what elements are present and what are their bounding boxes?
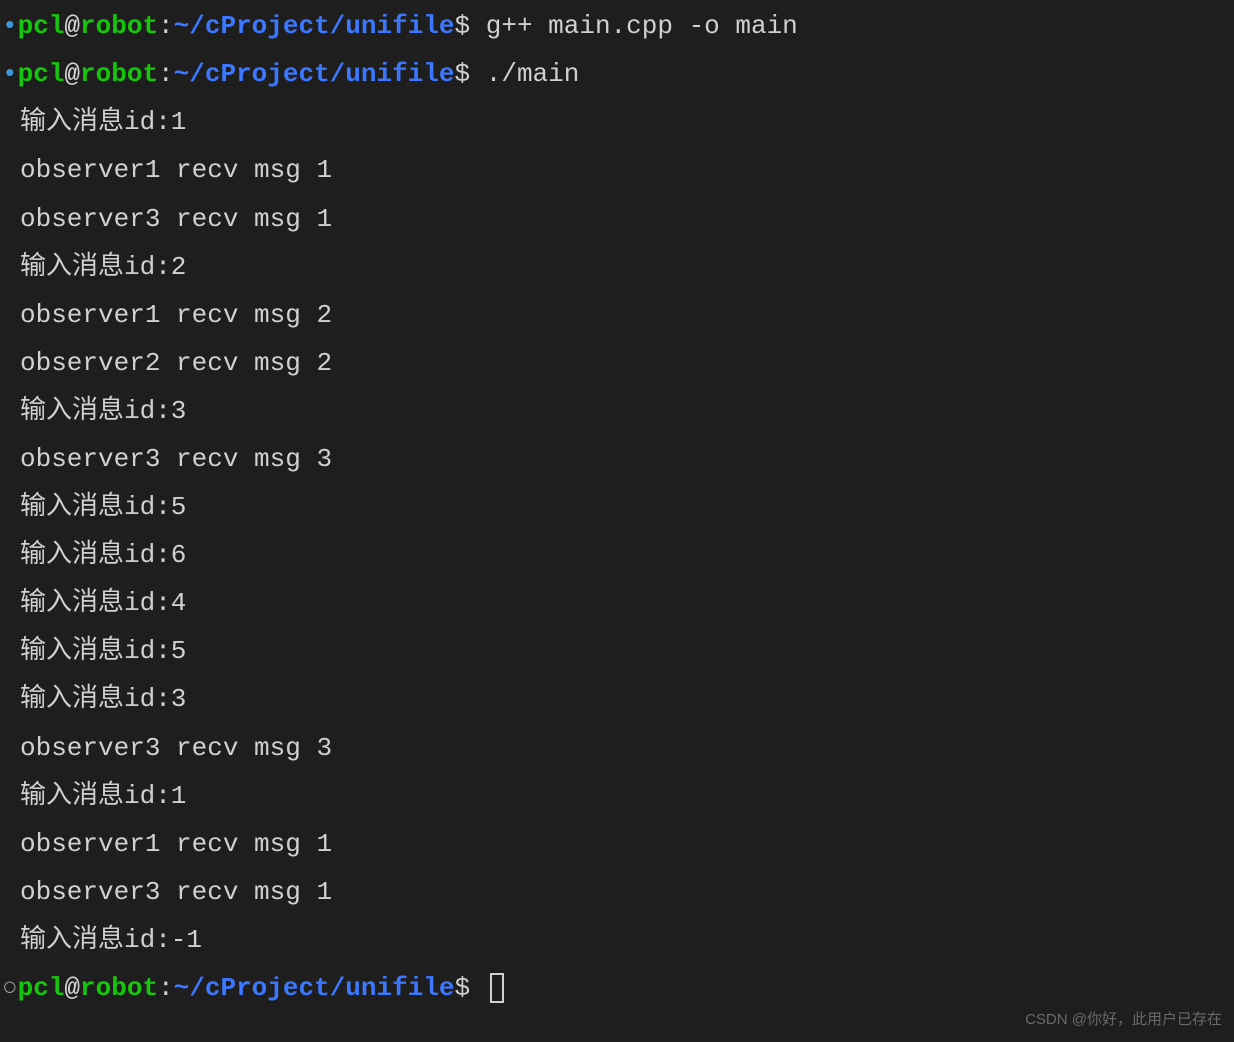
output-line: 输入消息id:-1: [0, 916, 1234, 964]
output-line: 输入消息id:3: [0, 675, 1234, 723]
prompt-at: @: [64, 11, 80, 41]
prompt-line-1: •pcl@robot:~/cProject/unifile$ ./main: [0, 50, 1234, 98]
bullet-icon: •: [2, 50, 18, 98]
prompt-command: g++ main.cpp -o main: [486, 11, 798, 41]
prompt-command: ./main: [486, 59, 580, 89]
output-line: 输入消息id:1: [0, 772, 1234, 820]
output-line: observer1 recv msg 1: [0, 820, 1234, 868]
output-line: 输入消息id:3: [0, 387, 1234, 435]
output-line: observer1 recv msg 2: [0, 291, 1234, 339]
prompt-user: pcl: [18, 973, 65, 1003]
terminal-window[interactable]: •pcl@robot:~/cProject/unifile$ g++ main.…: [0, 2, 1234, 1012]
output-line: 输入消息id:4: [0, 579, 1234, 627]
watermark-text: CSDN @你好，此用户已存在: [1025, 1006, 1222, 1034]
output-line: observer3 recv msg 3: [0, 724, 1234, 772]
prompt-host: robot: [80, 973, 158, 1003]
output-line: 输入消息id:2: [0, 243, 1234, 291]
bullet-hollow-icon: ○: [2, 964, 18, 1012]
prompt-user: pcl: [18, 59, 65, 89]
prompt-dollar: $: [455, 973, 486, 1003]
prompt-dollar: $: [455, 59, 486, 89]
prompt-at: @: [64, 973, 80, 1003]
output-line: observer2 recv msg 2: [0, 339, 1234, 387]
output-line: 输入消息id:5: [0, 627, 1234, 675]
prompt-host: robot: [80, 59, 158, 89]
prompt-user: pcl: [18, 11, 65, 41]
prompt-colon: :: [158, 973, 174, 1003]
output-line: 输入消息id:5: [0, 483, 1234, 531]
bullet-icon: •: [2, 2, 18, 50]
prompt-dollar: $: [455, 11, 486, 41]
output-line: observer3 recv msg 3: [0, 435, 1234, 483]
output-line: 输入消息id:1: [0, 98, 1234, 146]
prompt-colon: :: [158, 11, 174, 41]
output-line: 输入消息id:6: [0, 531, 1234, 579]
prompt-at: @: [64, 59, 80, 89]
prompt-line-0: •pcl@robot:~/cProject/unifile$ g++ main.…: [0, 2, 1234, 50]
prompt-colon: :: [158, 59, 174, 89]
prompt-path: ~/cProject/unifile: [174, 11, 455, 41]
output-line: observer3 recv msg 1: [0, 195, 1234, 243]
prompt-path: ~/cProject/unifile: [174, 59, 455, 89]
prompt-path: ~/cProject/unifile: [174, 973, 455, 1003]
cursor-icon: [490, 973, 504, 1003]
prompt-host: robot: [80, 11, 158, 41]
output-line: observer1 recv msg 1: [0, 146, 1234, 194]
output-line: observer3 recv msg 1: [0, 868, 1234, 916]
prompt-line-final[interactable]: ○pcl@robot:~/cProject/unifile$: [0, 964, 1234, 1012]
